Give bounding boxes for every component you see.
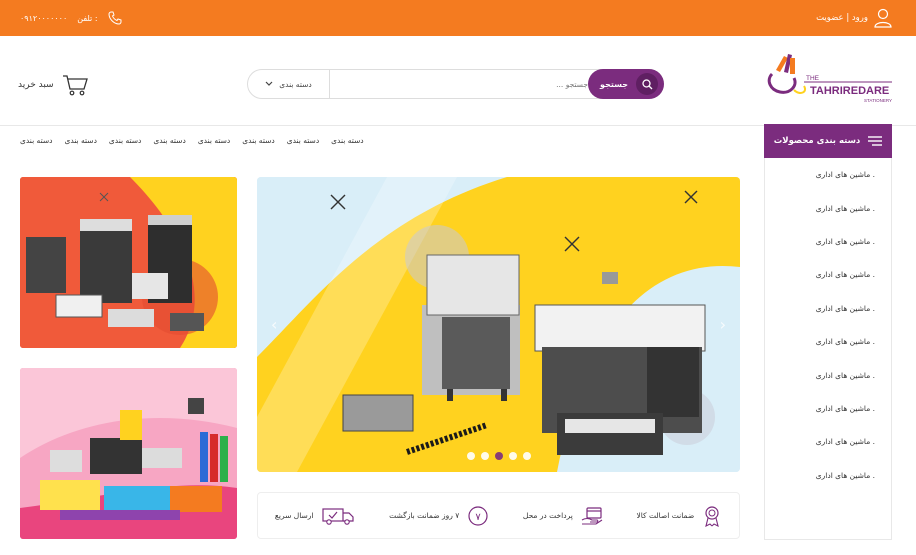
sidebar-item[interactable]: ماشین های اداری .: [765, 425, 891, 458]
sidebar-item-label: ماشین های اداری .: [815, 370, 875, 380]
slider-prev-arrow[interactable]: ‹: [271, 315, 277, 334]
search-category-select[interactable]: دسته بندی: [248, 70, 330, 98]
login-link[interactable]: ورود | عضویت: [816, 8, 892, 28]
search-button-label: جستجو: [600, 79, 628, 89]
phone-info: ۰۹۱۲۰۰۰۰۰۰۰ تلفن :: [20, 11, 122, 25]
return-7-icon: ۷: [468, 505, 488, 526]
nav-link[interactable]: دسته بندی: [20, 136, 52, 145]
products-category-label: دسته بندی محصولات: [773, 136, 861, 146]
slider-dot-active[interactable]: [494, 452, 503, 460]
feature-label: ارسال سریع: [274, 511, 314, 520]
slider-next-arrow[interactable]: ›: [720, 315, 726, 334]
category-sidebar: ماشین های اداری . ماشین های اداری . ماشی…: [764, 158, 892, 540]
feature-label: ضمانت اصالت کالا: [636, 511, 695, 520]
hero-slider[interactable]: ‹ ›: [257, 177, 740, 472]
sidebar-item[interactable]: ماشین های اداری .: [765, 292, 891, 325]
slider-dot[interactable]: [480, 452, 489, 460]
user-icon: [874, 8, 892, 28]
sidebar-item[interactable]: ماشین های اداری .: [765, 392, 891, 425]
cart-label: سبد خرید: [18, 80, 54, 90]
logo-mark: THE TAHRIREDARE STATIONERY: [767, 54, 892, 103]
sidebar-item-label: ماشین های اداری .: [815, 203, 875, 213]
nav-link[interactable]: دسته بندی: [64, 136, 96, 145]
feature-label: ۷ روز ضمانت بازگشت: [389, 511, 460, 520]
slider-dot[interactable]: [508, 452, 517, 460]
sidebar-item[interactable]: ماشین های اداری .: [765, 191, 891, 224]
top-bar: ورود | عضویت ۰۹۱۲۰۰۰۰۰۰۰ تلفن :: [0, 0, 916, 36]
feature-item: پرداخت در محل: [523, 506, 603, 526]
svg-text:STATIONERY: STATIONERY: [864, 98, 892, 103]
search-category-label: دسته بندی: [279, 79, 312, 89]
phone-icon: [108, 11, 122, 25]
sidebar-item-label: ماشین های اداری .: [815, 337, 875, 347]
banner-stationery-image: [20, 368, 237, 539]
banner-stationery[interactable]: [20, 368, 237, 539]
hero-slide-image: [257, 177, 740, 472]
sidebar-item-label: ماشین های اداری .: [815, 270, 875, 280]
sidebar-item-label: ماشین های اداری .: [815, 170, 875, 180]
chevron-down-icon: [265, 81, 273, 86]
svg-text:TAHRIREDARE: TAHRIREDARE: [810, 85, 889, 97]
nav-link[interactable]: دسته بندی: [109, 136, 141, 145]
nav-link[interactable]: دسته بندی: [331, 136, 363, 145]
search-button[interactable]: جستجو: [588, 69, 664, 99]
nav-link[interactable]: دسته بندی: [198, 136, 230, 145]
sidebar-item-label: ماشین های اداری .: [815, 303, 875, 313]
sidebar-item[interactable]: ماشین های اداری .: [765, 258, 891, 291]
feature-item: ۷ ۷ روز ضمانت بازگشت: [389, 505, 489, 527]
sidebar-item[interactable]: ماشین های اداری .: [765, 158, 891, 191]
slider-dot[interactable]: [466, 452, 475, 460]
sidebar-item[interactable]: ماشین های اداری .: [765, 225, 891, 258]
phone-number: ۰۹۱۲۰۰۰۰۰۰۰: [20, 13, 68, 23]
products-category-button[interactable]: دسته بندی محصولات: [764, 124, 892, 158]
payment-icon: [581, 506, 603, 525]
banner-office-machines[interactable]: [20, 177, 237, 348]
nav-link[interactable]: دسته بندی: [287, 136, 319, 145]
menu-icon: [868, 136, 883, 146]
nav-links: دسته بندی دسته بندی دسته بندی دسته بندی …: [20, 136, 364, 145]
svg-text:THE: THE: [806, 75, 820, 82]
award-icon: [705, 505, 720, 527]
main-nav: دسته بندی محصولات دسته بندی دسته بندی دس…: [0, 124, 916, 158]
sidebar-item[interactable]: ماشین های اداری .: [765, 358, 891, 391]
search-bar: دسته بندی جستجو: [247, 69, 664, 99]
login-label[interactable]: ورود | عضویت: [816, 13, 868, 23]
feature-item: ارسال سریع: [275, 506, 356, 526]
nav-link[interactable]: دسته بندی: [242, 136, 274, 145]
site-logo[interactable]: THE TAHRIREDARE STATIONERY: [764, 52, 894, 108]
phone-label: تلفن :: [77, 13, 98, 23]
feature-label: پرداخت در محل: [522, 511, 573, 520]
sidebar-item-label: ماشین های اداری .: [815, 470, 875, 480]
cart-button[interactable]: سبد خرید: [18, 74, 88, 96]
slider-dot[interactable]: [522, 452, 531, 460]
cart-icon: [62, 75, 88, 96]
feature-item: ضمانت اصالت کالا: [636, 505, 722, 527]
banner-office-machines-image: [20, 177, 237, 348]
features-bar: ضمانت اصالت کالا پرداخت در محل ۷ ۷ روز ض…: [257, 492, 740, 539]
sidebar-item-label: ماشین های اداری .: [815, 403, 875, 413]
svg-text:۷: ۷: [476, 512, 482, 523]
slider-dots: [257, 452, 740, 460]
truck-icon: [322, 507, 355, 525]
sidebar-item-label: ماشین های اداری .: [815, 236, 875, 246]
sidebar-item[interactable]: ماشین های اداری .: [765, 325, 891, 358]
search-icon: [636, 73, 658, 95]
header: THE TAHRIREDARE STATIONERY دسته بندی جست…: [0, 36, 916, 126]
nav-link[interactable]: دسته بندی: [153, 136, 185, 145]
search-input[interactable]: [338, 70, 588, 98]
sidebar-item[interactable]: ماشین های اداری .: [765, 459, 891, 492]
sidebar-item-label: ماشین های اداری .: [815, 437, 875, 447]
